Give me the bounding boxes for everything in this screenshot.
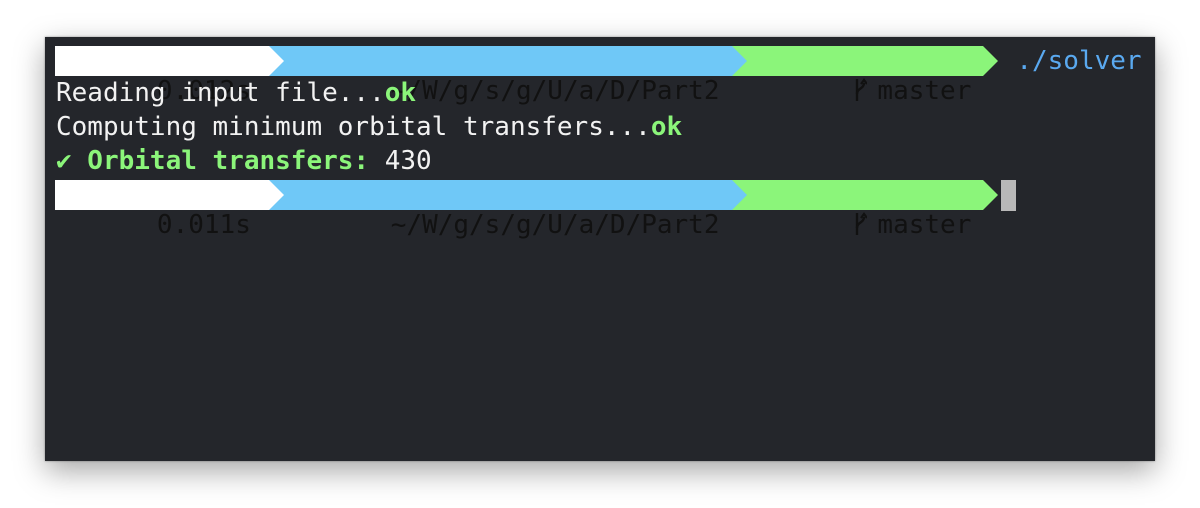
prompt-line-2[interactable]: 0.011s ~/W/g/s/g/U/a/D/Part2 master: [45, 179, 1155, 240]
segment-separator: [731, 180, 747, 210]
output-reading-status: ok: [384, 78, 417, 108]
prompt-branch: master: [877, 210, 972, 240]
result-label: ✔ Orbital transfers:: [56, 146, 370, 176]
prompt-time-segment: 0.012s: [55, 46, 284, 106]
segment-separator: [983, 180, 999, 210]
prompt-path-segment: ~/W/g/s/g/U/a/D/Part2: [268, 180, 747, 240]
terminal-window[interactable]: 0.012s ~/W/g/s/g/U/a/D/Part2 master ./so…: [45, 37, 1155, 461]
prompt-path: ~/W/g/s/g/U/a/D/Part2: [390, 210, 720, 240]
output-computing-status: ok: [650, 112, 683, 142]
entered-command: ./solver: [1016, 46, 1142, 76]
terminal-cursor[interactable]: [1001, 179, 1017, 211]
prompt-line-1: 0.012s ~/W/g/s/g/U/a/D/Part2 master ./so…: [45, 46, 1155, 106]
prompt-git-segment: master: [731, 180, 999, 240]
segment-separator: [268, 180, 284, 210]
segment-separator: [983, 46, 999, 76]
prompt-git-segment: master: [731, 46, 999, 106]
output-line-reading: Reading input file...ok: [45, 76, 1155, 110]
segment-separator: [268, 46, 284, 76]
prompt-time: 0.011s: [156, 210, 251, 240]
prompt-path-segment: ~/W/g/s/g/U/a/D/Part2: [268, 46, 747, 106]
result-value: 430: [369, 146, 432, 176]
prompt-time-segment: 0.011s: [55, 180, 284, 240]
git-branch-icon: [856, 212, 868, 235]
output-reading-text: Reading input file...: [56, 78, 385, 108]
output-line-result: ✔ Orbital transfers: 430: [45, 144, 1155, 178]
output-line-computing: Computing minimum orbital transfers...ok: [45, 110, 1155, 144]
segment-separator: [731, 46, 747, 76]
output-computing-text: Computing minimum orbital transfers...: [56, 112, 651, 142]
